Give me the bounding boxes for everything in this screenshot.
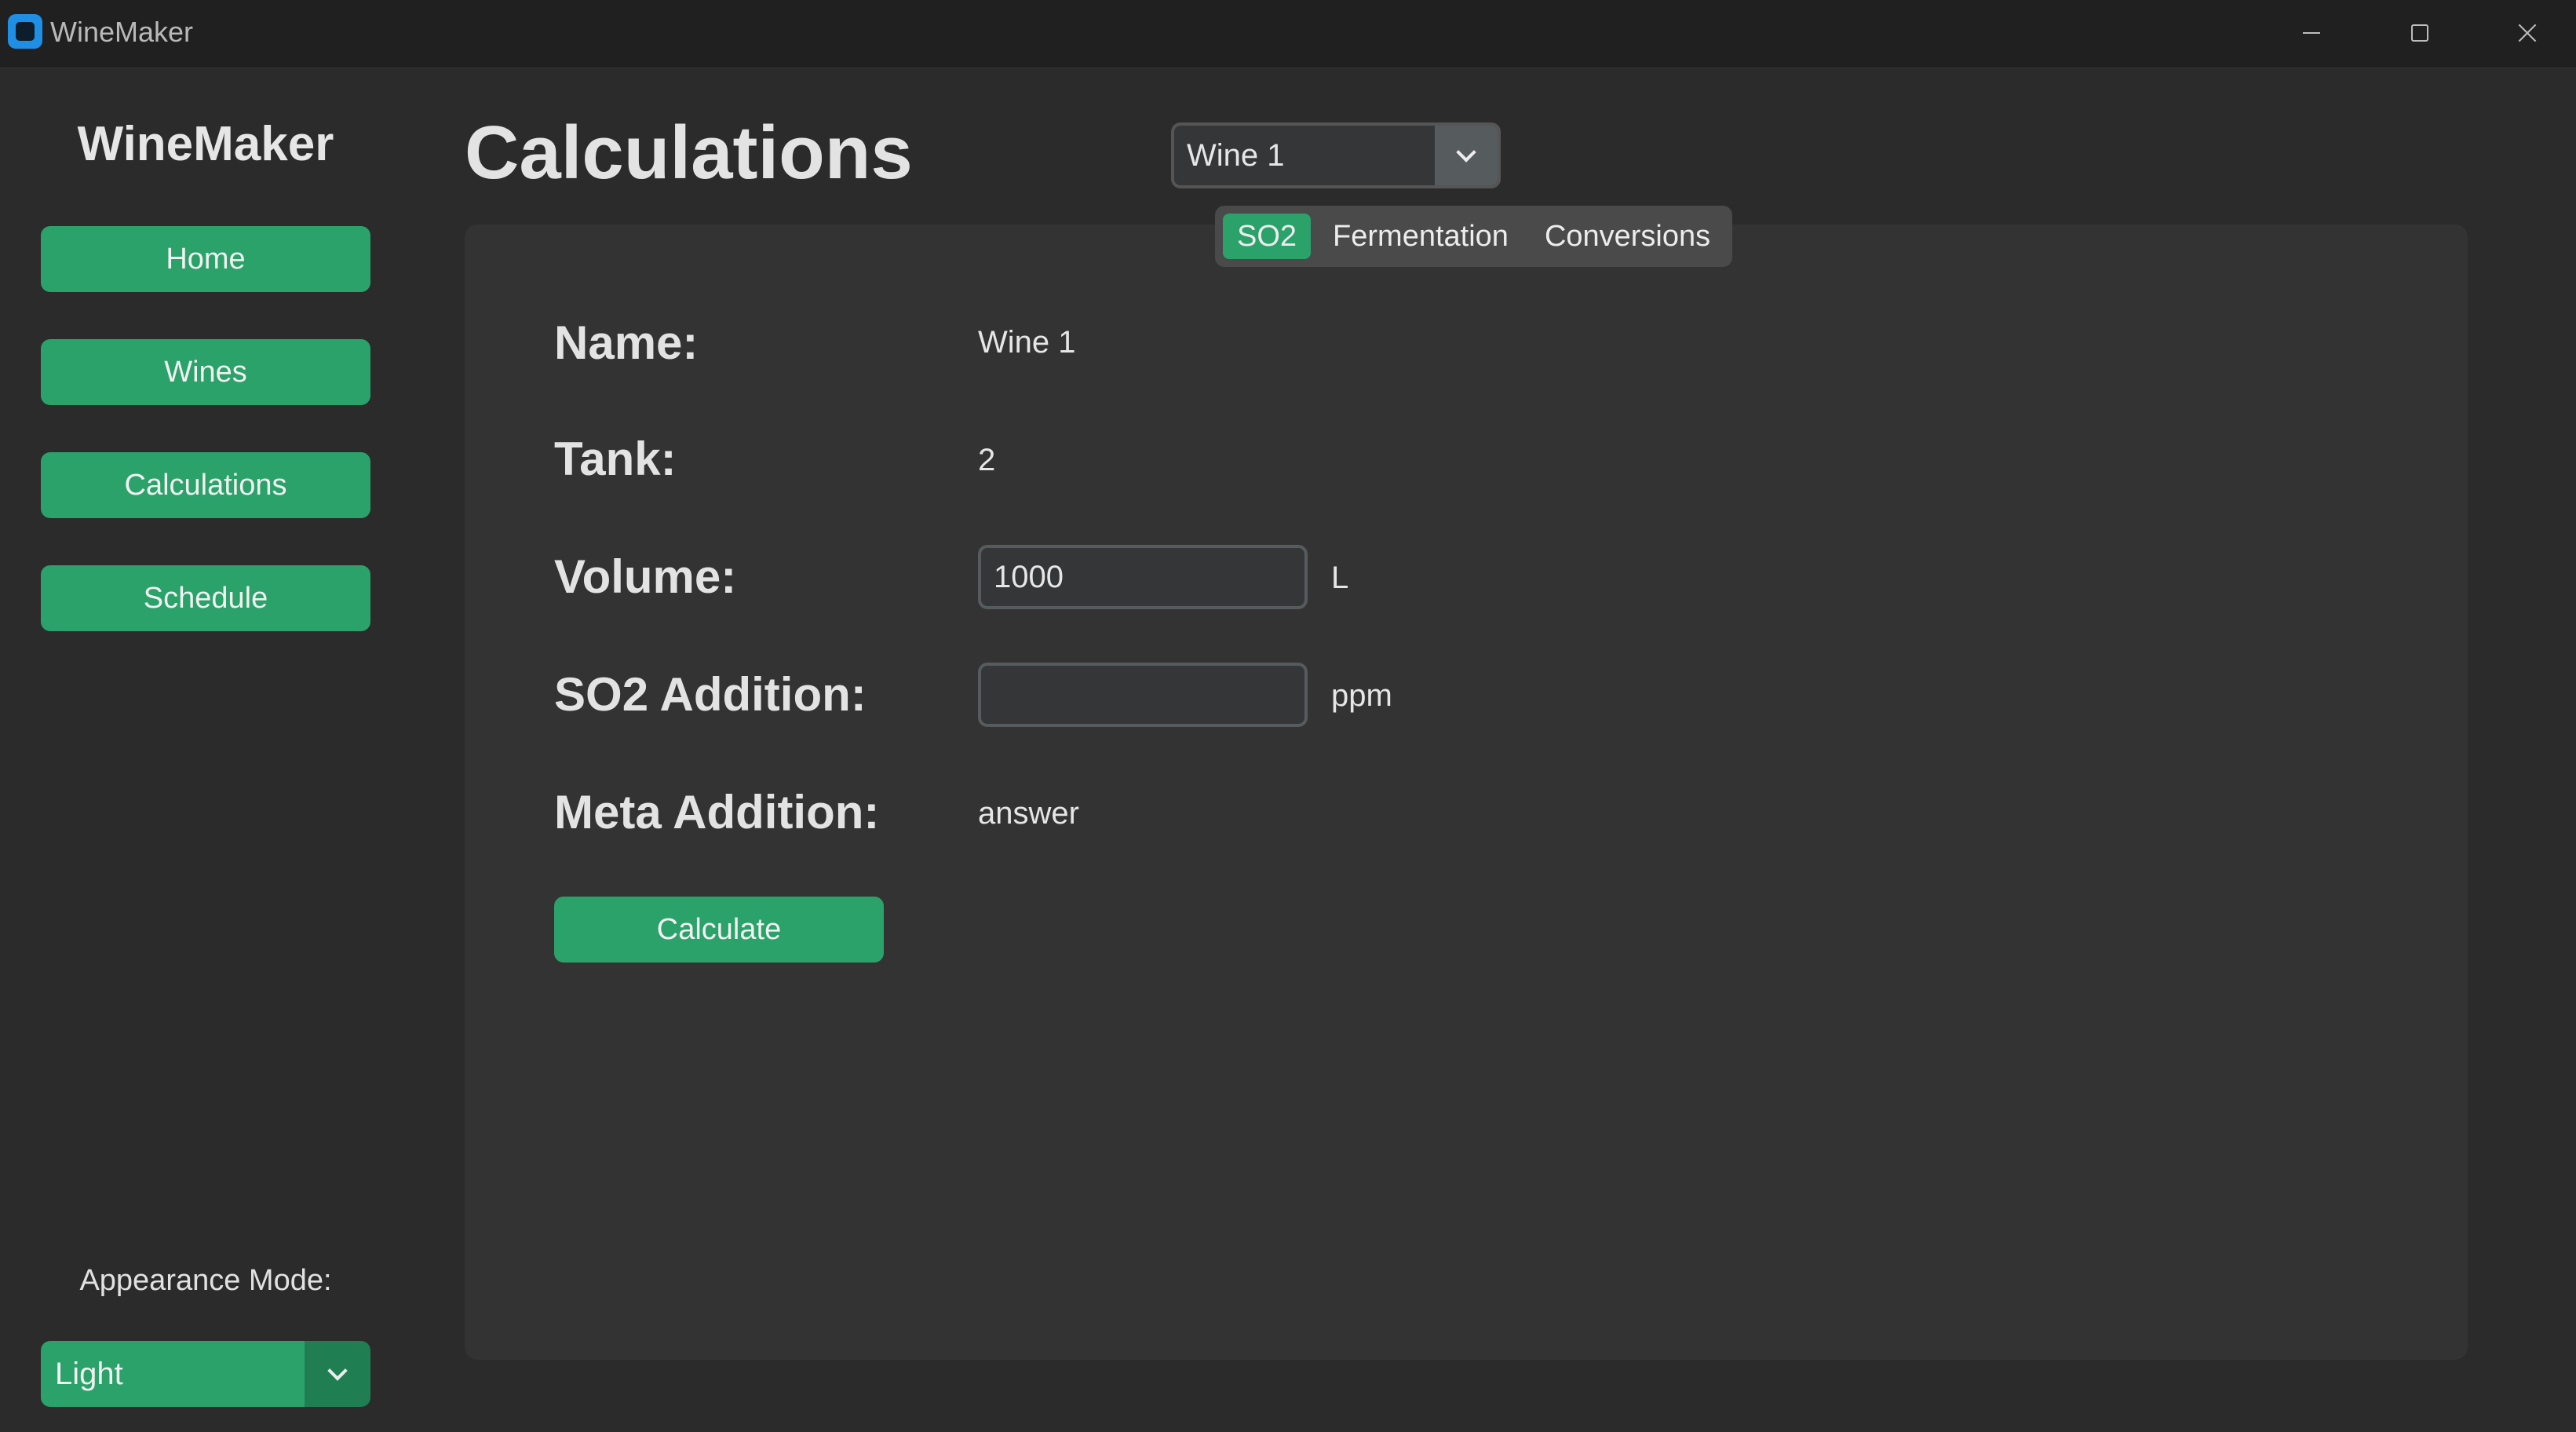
chevron-down-icon [327, 1361, 348, 1381]
app-icon [8, 14, 42, 49]
window-title: WineMaker [50, 16, 194, 48]
wine-select-dropdown[interactable]: Wine 1 [1171, 122, 1501, 188]
segmented-tab-bar: SO2 Fermentation Conversions [1215, 206, 1733, 267]
tab-conversions[interactable]: Conversions [1531, 214, 1724, 259]
schedule-button[interactable]: Schedule [41, 565, 370, 631]
maximize-icon [2411, 24, 2428, 42]
tab-so2[interactable]: SO2 [1223, 214, 1312, 259]
close-button[interactable] [2488, 9, 2567, 57]
minimize-button[interactable] [2272, 9, 2351, 57]
volume-input[interactable] [978, 545, 1308, 609]
name-value: Wine 1 [978, 325, 1076, 360]
close-icon [2517, 23, 2538, 43]
appearance-mode-dropdown[interactable]: Light [41, 1341, 370, 1407]
wine-select-value[interactable]: Wine 1 [1174, 126, 1435, 185]
appearance-mode-label: Appearance Mode: [79, 1264, 332, 1297]
so2-addition-input[interactable] [978, 663, 1308, 727]
appearance-dropdown-arrow[interactable] [305, 1341, 370, 1407]
wine-select-arrow[interactable] [1435, 126, 1498, 185]
sidebar-title: WineMaker [77, 117, 334, 171]
volume-label: Volume: [554, 550, 737, 603]
title-bar: WineMaker [0, 0, 2576, 67]
home-button[interactable]: Home [41, 226, 370, 292]
meta-addition-value: answer [978, 796, 1079, 831]
calculations-button[interactable]: Calculations [41, 452, 370, 518]
tab-fermentation[interactable]: Fermentation [1319, 214, 1523, 259]
name-label: Name: [554, 316, 699, 369]
page-title: Calculations [465, 111, 913, 195]
volume-unit: L [1331, 561, 1349, 595]
tank-value: 2 [978, 443, 996, 477]
wines-button[interactable]: Wines [41, 339, 370, 405]
maximize-button[interactable] [2381, 9, 2459, 57]
calculate-button[interactable]: Calculate [554, 897, 884, 963]
tank-label: Tank: [554, 433, 677, 485]
appearance-mode-value[interactable]: Light [41, 1341, 305, 1407]
so2-addition-label: SO2 Addition: [554, 668, 867, 721]
minimize-icon [2303, 32, 2320, 34]
chevron-down-icon [1456, 142, 1476, 163]
meta-addition-label: Meta Addition: [554, 786, 880, 838]
so2-addition-unit: ppm [1331, 678, 1392, 713]
